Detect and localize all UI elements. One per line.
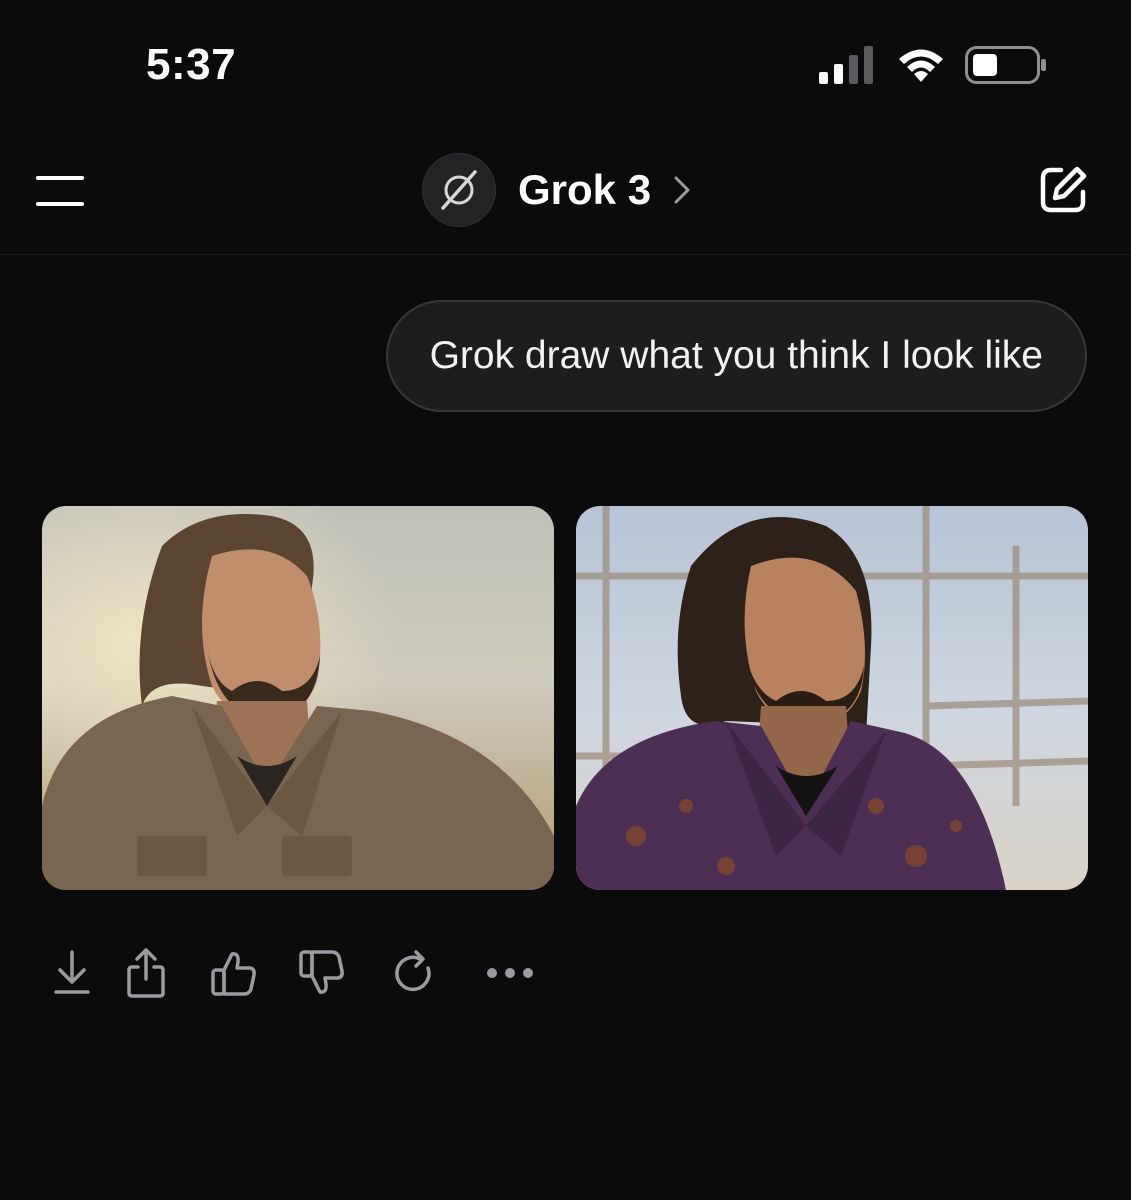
wifi-icon <box>895 46 947 89</box>
status-bar: 5:37 <box>0 0 1131 130</box>
generated-image-1[interactable] <box>42 506 554 890</box>
user-message-bubble: Grok draw what you think I look like <box>385 300 1087 412</box>
model-selector[interactable]: Grok 3 <box>422 152 691 228</box>
generated-image-2[interactable] <box>576 506 1088 890</box>
thumbs-down-icon[interactable] <box>294 940 350 1006</box>
grok-logo-icon <box>422 153 496 227</box>
hamburger-menu-icon[interactable] <box>36 174 84 208</box>
model-title: Grok 3 <box>518 166 652 213</box>
chat-header: Grok 3 <box>0 130 1131 255</box>
regenerate-icon[interactable] <box>386 940 442 1006</box>
chat-screen: 5:37 Grok 3 Grok draw what you think I l… <box>0 0 1131 1200</box>
chevron-right-icon <box>673 175 691 205</box>
download-icon[interactable] <box>44 940 100 1006</box>
thumbs-up-icon[interactable] <box>206 940 262 1006</box>
more-icon[interactable] <box>482 940 538 1006</box>
status-time: 5:37 <box>146 40 237 89</box>
user-message-text: Grok draw what you think I look like <box>429 334 1043 377</box>
status-icons <box>819 46 1047 89</box>
share-icon[interactable] <box>118 940 174 1006</box>
battery-icon <box>965 46 1047 89</box>
cellular-signal-icon <box>819 46 877 89</box>
new-chat-icon[interactable] <box>1039 164 1089 214</box>
